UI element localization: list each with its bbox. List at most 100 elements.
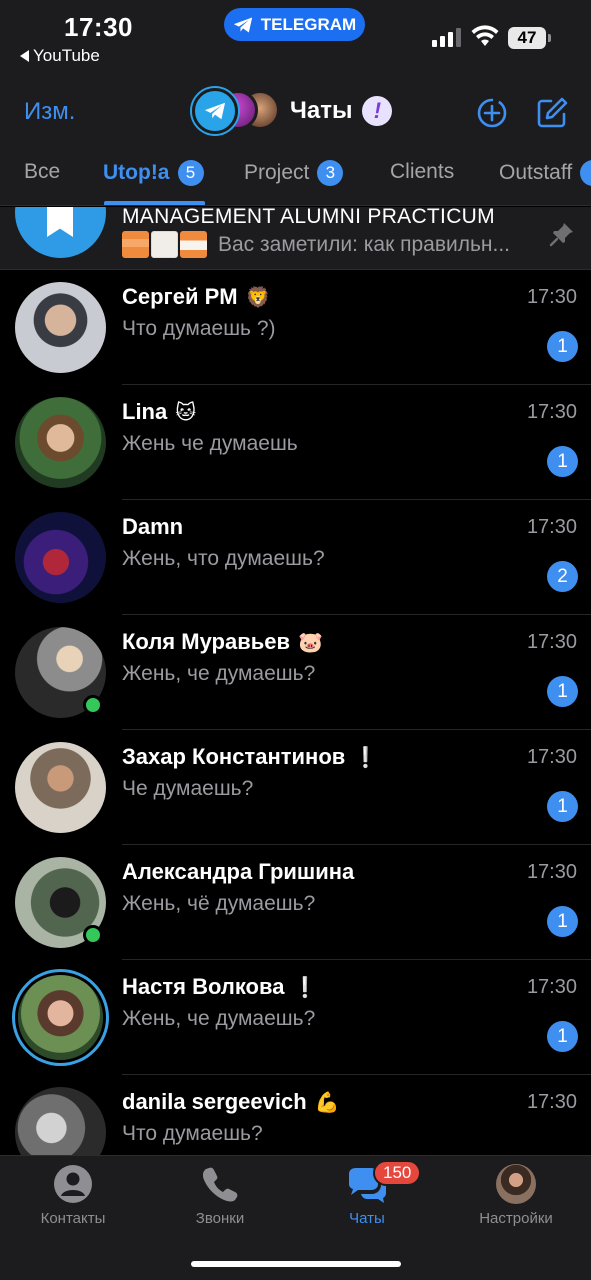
tab-count-badge (580, 160, 591, 186)
avatar (15, 397, 106, 488)
avatar (15, 742, 106, 833)
chat-preview: Жень, че думаешь? (122, 662, 316, 685)
unread-badge: 1 (547, 791, 578, 822)
chat-row[interactable]: Настя Волкова ❕ Жень, че думаешь? 17:30 … (0, 960, 591, 1075)
tab-project[interactable]: Project 3 (244, 160, 344, 186)
unread-badge: 2 (547, 561, 578, 592)
avatar (15, 282, 106, 373)
circle-plus-icon[interactable] (475, 96, 509, 130)
stories-avatars[interactable] (192, 88, 280, 134)
status-bar: 17:30 YouTube TELEGRAM 47 (0, 0, 591, 80)
avatar (15, 1087, 106, 1155)
tab-settings[interactable]: Настройки (456, 1164, 576, 1227)
online-indicator (83, 925, 103, 945)
active-tab-indicator (104, 201, 205, 205)
chat-name: MANAGEMENT ALUMNI PRACTICUM (122, 207, 495, 228)
online-indicator (83, 695, 103, 715)
chat-preview: Че думаешь? (122, 777, 254, 800)
status-emoji: ❕ (353, 746, 379, 769)
chat-name: danila sergeevich 💪 (122, 1089, 340, 1114)
tab-contacts[interactable]: Контакты (13, 1164, 133, 1227)
chat-time: 17:30 (526, 401, 577, 423)
chat-name: Сергей PM 🦁 (122, 284, 271, 309)
tab-label: Чаты (349, 1210, 385, 1227)
compose-icon[interactable] (535, 96, 569, 130)
pin-icon (549, 223, 573, 247)
home-indicator (191, 1261, 401, 1267)
chat-time: 17:30 (526, 976, 577, 998)
title-group[interactable]: Чаты ! (192, 88, 393, 134)
chat-name: Lina 🐱 (122, 399, 197, 424)
chat-row[interactable]: Damn Жень, что думаешь? 17:30 2 (0, 500, 591, 615)
unread-badge: 1 (547, 676, 578, 707)
status-emoji: 🦁 (245, 286, 271, 309)
page-title: Чаты (290, 97, 353, 124)
chat-time: 17:30 (526, 746, 577, 768)
avatar (18, 975, 103, 1060)
phone-icon (202, 1167, 238, 1202)
tab-label: Outstaff (499, 161, 573, 184)
tab-label: Настройки (479, 1210, 553, 1227)
story-avatar-telegram (192, 88, 238, 134)
telegram-screen: 17:30 YouTube TELEGRAM 47 Изм. Чаты ! Вс… (0, 0, 591, 1280)
chat-preview: Жень, че думаешь? (122, 1007, 316, 1030)
chat-list[interactable]: MANAGEMENT ALUMNI PRACTICUM Вас заметили… (0, 207, 591, 1155)
status-emoji: 💪 (314, 1091, 340, 1114)
edit-button[interactable]: Изм. (24, 98, 75, 126)
chat-name: Александра Гришина (122, 859, 355, 884)
chat-time: 17:30 (526, 861, 577, 883)
chat-preview: Жень, что думаешь? (122, 547, 325, 570)
back-arrow-icon (20, 50, 29, 62)
chat-row[interactable]: Сергей PM 🦁 Что думаешь ?) 17:30 1 (0, 270, 591, 385)
signal-icon (432, 28, 461, 47)
pinned-chat-row[interactable]: MANAGEMENT ALUMNI PRACTICUM Вас заметили… (0, 207, 591, 270)
chat-time: 17:30 (526, 286, 577, 308)
telegram-plane-icon (233, 17, 252, 32)
unread-badge: 1 (547, 331, 578, 362)
chats-header: Изм. Чаты ! (0, 80, 591, 146)
back-to-app-link[interactable]: YouTube (20, 46, 100, 66)
tab-label: Звонки (195, 1210, 245, 1227)
status-time: 17:30 (64, 12, 133, 42)
unread-badge: 1 (547, 906, 578, 937)
unread-badge: 1 (547, 446, 578, 477)
chat-time: 17:30 (526, 1091, 577, 1113)
tab-label: Utop!a (103, 161, 170, 184)
tab-outstaff[interactable]: Outstaff (499, 160, 591, 186)
chat-row[interactable]: Коля Муравьев 🐷 Жень, че думаешь? 17:30 … (0, 615, 591, 730)
tab-calls[interactable]: Звонки (160, 1164, 280, 1227)
chat-preview: Что думаешь? (122, 1122, 263, 1145)
chat-name: Коля Муравьев 🐷 (122, 629, 323, 654)
chat-row[interactable]: Александра Гришина Жень, чё думаешь? 17:… (0, 845, 591, 960)
chat-preview: Жень че думаешь (122, 432, 298, 455)
chat-row[interactable]: Захар Константинов ❕ Че думаешь? 17:30 1 (0, 730, 591, 845)
chat-row[interactable]: Lina 🐱 Жень че думаешь 17:30 1 (0, 385, 591, 500)
unread-badge: 1 (547, 1021, 578, 1052)
wifi-icon (471, 25, 499, 46)
profile-avatar (496, 1164, 536, 1204)
tab-chats[interactable]: Чаты 150 (307, 1160, 427, 1227)
status-emoji: ❕ (292, 976, 318, 999)
premium-status-icon[interactable]: ! (362, 96, 393, 126)
tab-all[interactable]: Все (24, 160, 60, 184)
tab-count-badge: 3 (317, 160, 344, 186)
chat-preview: Вас заметили: как правильн... (218, 233, 511, 256)
telegram-pill[interactable]: TELEGRAM (224, 8, 365, 41)
chat-row[interactable]: danila sergeevich 💪 Что думаешь? 17:30 (0, 1075, 591, 1155)
tab-label: Project (244, 161, 310, 184)
tab-utopia[interactable]: Utop!a 5 (103, 160, 204, 186)
status-emoji: 🐷 (298, 631, 323, 654)
folder-tabs: Все Utop!a 5 Project 3 Clients Outstaff (0, 146, 591, 206)
avatar (15, 512, 106, 603)
telegram-pill-label: TELEGRAM (260, 14, 357, 34)
tab-count-badge: 5 (177, 160, 204, 186)
chat-preview: Что думаешь ?) (122, 317, 276, 340)
tab-label: Clients (390, 160, 455, 183)
chat-time: 17:30 (526, 516, 577, 538)
chat-name: Захар Константинов ❕ (122, 744, 379, 769)
chat-time: 17:30 (526, 631, 577, 653)
chat-name: Настя Волкова ❕ (122, 974, 318, 999)
tab-clients[interactable]: Clients (390, 160, 454, 184)
chat-name: Damn (122, 514, 184, 539)
tab-label: Все (24, 160, 61, 183)
